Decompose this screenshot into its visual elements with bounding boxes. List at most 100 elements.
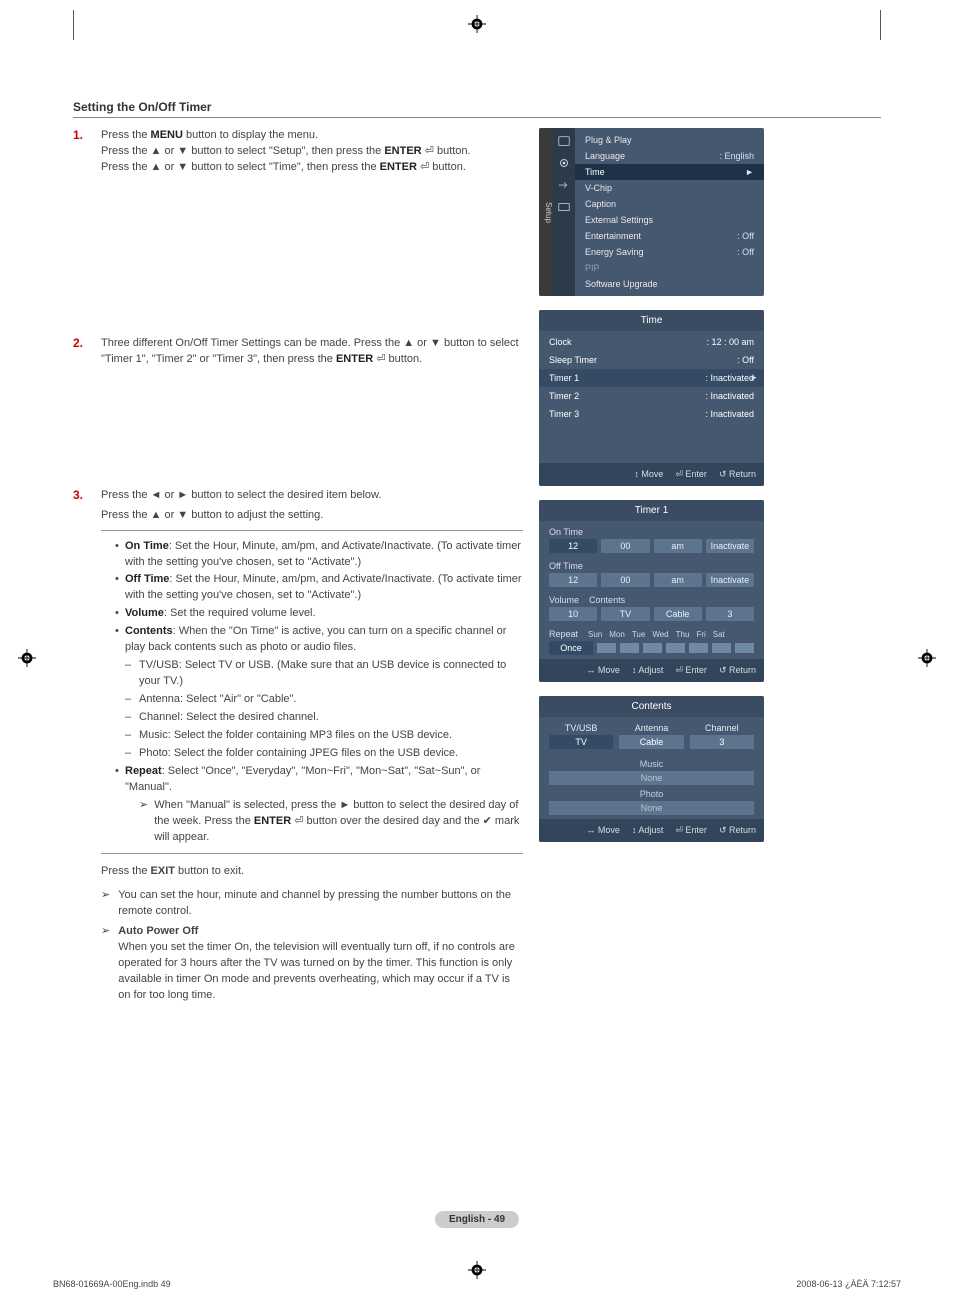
registration-mark-icon bbox=[468, 1261, 486, 1279]
label-repeat: Repeat SunMonTueWedThuFriSat bbox=[539, 625, 764, 641]
text: : Set the Hour, Minute, am/pm, and Activ… bbox=[125, 573, 522, 601]
text: Press the ▲ or ▼ button to adjust the se… bbox=[101, 508, 523, 524]
hint-move: ↔ Move bbox=[586, 825, 620, 836]
field-value: am bbox=[654, 539, 702, 553]
picture-icon bbox=[557, 134, 571, 148]
field-value: TV bbox=[601, 607, 649, 621]
menu-item: Clock: 12 : 00 am bbox=[539, 333, 764, 351]
label-off-time: Off Time bbox=[125, 573, 169, 585]
field-value: Inactivate bbox=[706, 573, 754, 587]
hint-enter: ⏎ Enter bbox=[675, 469, 707, 480]
osd-contents: Contents TV/USBTVAntennaCableChannel3 Mu… bbox=[539, 696, 764, 842]
step-body: Three different On/Off Timer Settings ca… bbox=[101, 336, 523, 368]
hint-return: ↺ Return bbox=[719, 469, 756, 480]
text: TV/USB: Select TV or USB. (Make sure tha… bbox=[125, 658, 523, 690]
text: : Set the required volume level. bbox=[164, 607, 316, 619]
enter-icon: ⏎ bbox=[291, 815, 306, 827]
section-heading: Setting the On/Off Timer bbox=[73, 100, 881, 118]
text: Press the ▲ or ▼ button to select "Setup… bbox=[101, 145, 384, 157]
hint-enter: ⏎ Enter bbox=[675, 665, 707, 676]
day-checkbox bbox=[643, 643, 662, 653]
text: You can set the hour, minute and channel… bbox=[118, 888, 523, 920]
osd-time-menu: Time Clock: 12 : 00 amSleep Timer: OffTi… bbox=[539, 310, 764, 486]
menu-item: Sleep Timer: Off bbox=[539, 351, 764, 369]
menu-item: Caption bbox=[575, 196, 764, 212]
step-body: Press the MENU button to display the men… bbox=[101, 128, 523, 176]
label-on-time: On Time bbox=[539, 523, 764, 539]
step-1: 1. Press the MENU button to display the … bbox=[73, 128, 523, 176]
text: : When the "On Time" is active, you can … bbox=[125, 625, 506, 653]
input-icon bbox=[557, 178, 571, 192]
menu-item: External Settings bbox=[575, 212, 764, 228]
menu-item: Energy Saving: Off bbox=[575, 244, 764, 260]
field-value: Cable bbox=[654, 607, 702, 621]
menu-item: PIP bbox=[575, 260, 764, 276]
label-volume: Volume bbox=[125, 607, 164, 619]
field-value: 12 bbox=[549, 539, 597, 553]
note-chevron-icon: ➢ bbox=[139, 798, 148, 846]
text: Music: Select the folder containing MP3 … bbox=[125, 728, 523, 744]
repeat-value: Once bbox=[549, 641, 593, 655]
contents-column: Channel3 bbox=[690, 723, 754, 749]
field-value: 12 bbox=[549, 573, 597, 587]
exit-line: Press the EXIT button to exit. bbox=[101, 864, 523, 880]
osd-title: Timer 1 bbox=[539, 500, 764, 521]
menu-item: Plug & Play bbox=[575, 132, 764, 148]
label-on-time: On Time bbox=[125, 540, 169, 552]
step-body: Press the ◄ or ► button to select the de… bbox=[101, 488, 523, 855]
hint-move: ↕ Move bbox=[634, 469, 663, 480]
osd-title: Time bbox=[539, 310, 764, 331]
note-chevron-icon: ➢ bbox=[101, 924, 110, 1004]
osd-side-label: Setup bbox=[539, 128, 553, 296]
text: Channel: Select the desired channel. bbox=[125, 710, 523, 726]
text: : Select "Once", "Everyday", "Mon~Fri", … bbox=[125, 765, 480, 793]
text: Press the ◄ or ► button to select the de… bbox=[101, 488, 523, 504]
menu-item: V-Chip bbox=[575, 180, 764, 196]
day-label: Sat bbox=[713, 630, 725, 639]
field-value: Inactivate bbox=[706, 539, 754, 553]
text: button. bbox=[429, 161, 466, 173]
step-3: 3. Press the ◄ or ► button to select the… bbox=[73, 488, 523, 855]
day-checkbox bbox=[712, 643, 731, 653]
text: ENTER bbox=[336, 353, 373, 365]
step-number: 1. bbox=[73, 128, 91, 176]
contents-column: AntennaCable bbox=[619, 723, 683, 749]
field-value: am bbox=[654, 573, 702, 587]
doc-footer-right: 2008-06-13 ¿ÀÈÄ 7:12:57 bbox=[796, 1279, 901, 1289]
day-checkbox bbox=[735, 643, 754, 653]
step-2: 2. Three different On/Off Timer Settings… bbox=[73, 336, 523, 368]
osd-timer1: Timer 1 On Time 12 00 am Inactivate Off Tim… bbox=[539, 500, 764, 682]
note-chevron-icon: ➢ bbox=[101, 888, 110, 920]
hint-move: ↔ Move bbox=[586, 665, 620, 676]
text: Press the ▲ or ▼ button to select "Time"… bbox=[101, 161, 380, 173]
text: button. bbox=[434, 145, 471, 157]
registration-mark-icon bbox=[468, 15, 486, 33]
text: MENU bbox=[151, 129, 183, 141]
hint-adjust: ↕ Adjust bbox=[632, 825, 664, 836]
day-checkbox bbox=[620, 643, 639, 653]
hint-return: ↺ Return bbox=[719, 665, 756, 676]
menu-item: Timer 2: Inactivated bbox=[539, 387, 764, 405]
osd-icon-column bbox=[553, 128, 575, 296]
hint-enter: ⏎ Enter bbox=[675, 825, 707, 836]
field-value: 10 bbox=[549, 607, 597, 621]
day-label: Mon bbox=[609, 630, 625, 639]
menu-item: Language: English bbox=[575, 148, 764, 164]
osd-setup-menu: Setup Plug & PlayLanguage: EnglishTime►V… bbox=[539, 128, 764, 296]
enter-icon: ⏎ bbox=[373, 353, 385, 365]
text: When "Manual" is selected, press the ► b… bbox=[154, 798, 523, 846]
menu-item: Timer 1: Inactivated bbox=[539, 369, 764, 387]
hint-adjust: ↕ Adjust bbox=[632, 665, 664, 676]
day-label: Fri bbox=[696, 630, 705, 639]
value-music: None bbox=[549, 771, 754, 785]
field-value: 00 bbox=[601, 573, 649, 587]
label-off-time: Off Time bbox=[539, 557, 764, 573]
label-vol-con: Volume Contents bbox=[539, 591, 764, 607]
day-label: Sun bbox=[588, 630, 602, 639]
doc-footer-left: BN68-01669A-00Eng.indb 49 bbox=[53, 1279, 171, 1289]
enter-icon: ⏎ bbox=[417, 161, 429, 173]
day-checkbox bbox=[689, 643, 708, 653]
hint-return: ↺ Return bbox=[719, 825, 756, 836]
osd-title: Contents bbox=[539, 696, 764, 717]
page-footer-badge: English - 49 bbox=[435, 1213, 519, 1225]
